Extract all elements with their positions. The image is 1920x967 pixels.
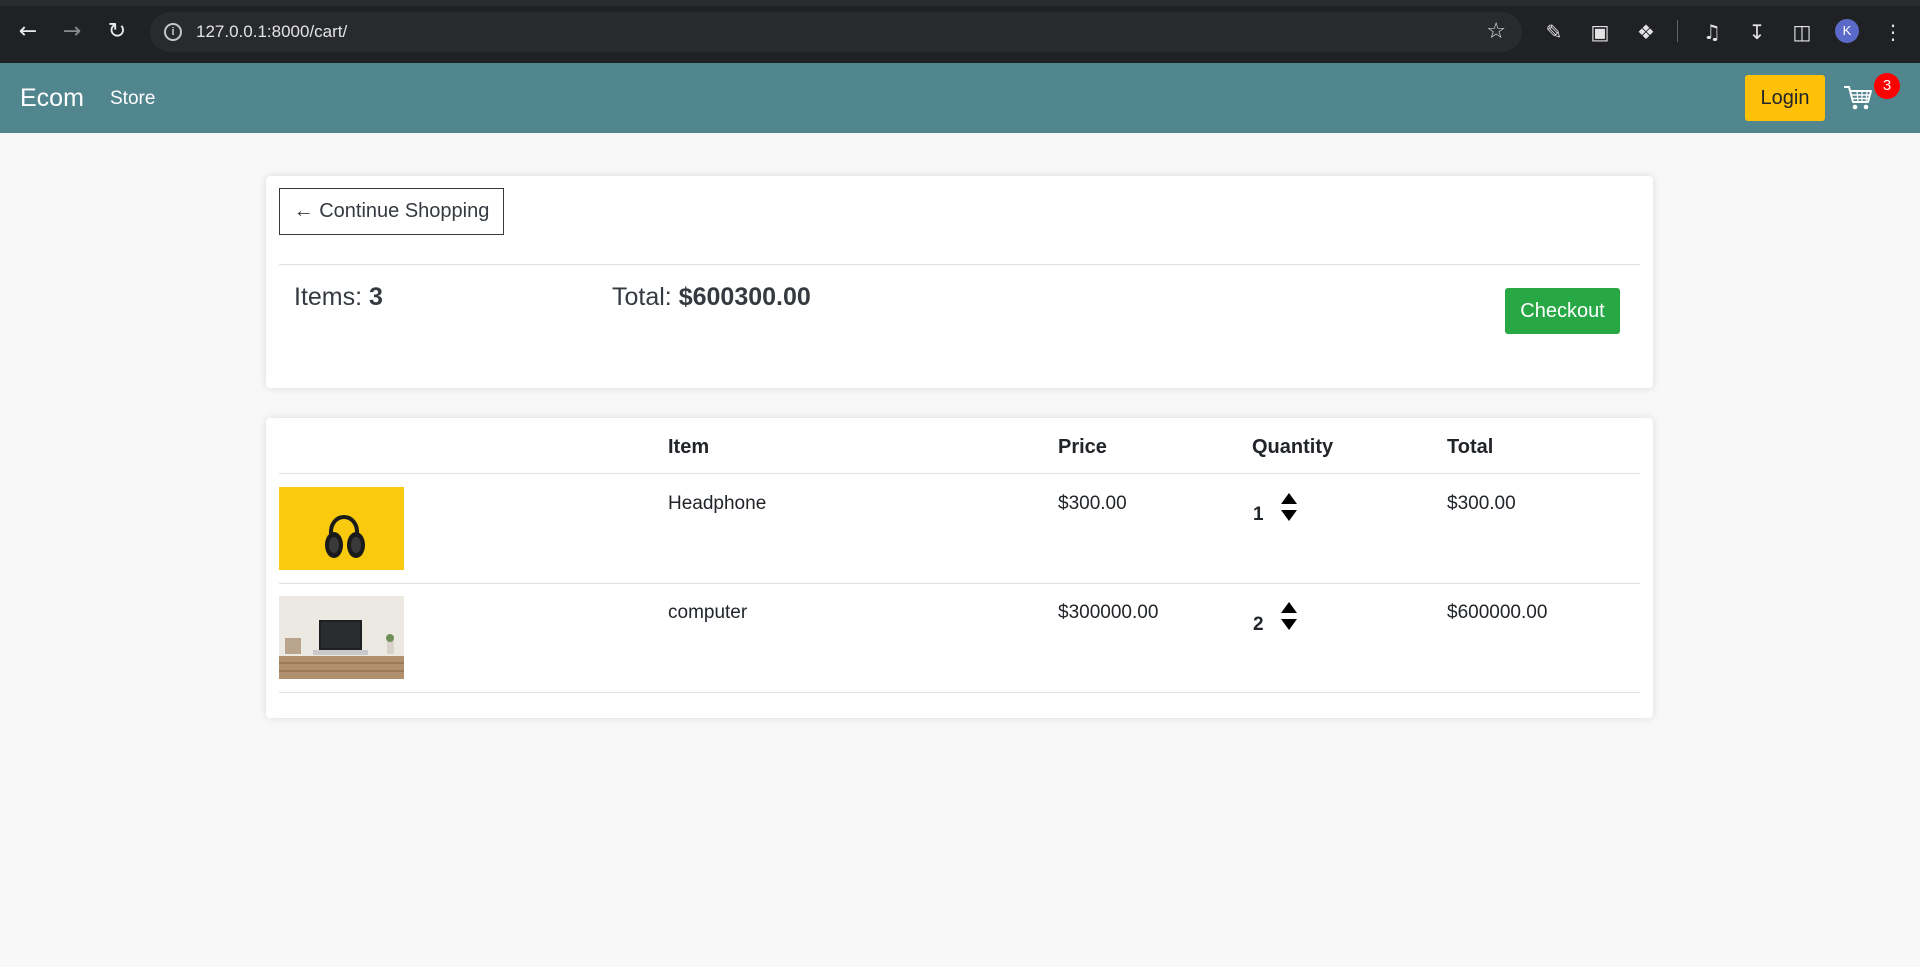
item-quantity: 2: [1253, 614, 1264, 635]
total-value: $600300.00: [678, 283, 811, 311]
eyedropper-icon[interactable]: ✎: [1540, 18, 1568, 46]
item-total: $300.00: [1447, 493, 1516, 514]
cart-items-card: Item Price Quantity Total Headphone $300…: [266, 418, 1653, 718]
item-name: computer: [668, 602, 748, 623]
headphone-image: [279, 487, 404, 570]
cart-icon[interactable]: [1843, 84, 1873, 112]
column-header-quantity: Quantity: [1252, 436, 1334, 458]
download-icon[interactable]: ↧: [1743, 18, 1771, 46]
continue-shopping-button[interactable]: ← Continue Shopping: [279, 188, 504, 235]
checkout-button[interactable]: Checkout: [1505, 288, 1620, 334]
extensions-icon[interactable]: ❖: [1632, 18, 1660, 46]
picture-in-picture-icon[interactable]: ▣: [1586, 18, 1614, 46]
cart-count-badge: 3: [1874, 73, 1900, 99]
more-menu-icon[interactable]: ⋮: [1879, 18, 1907, 46]
toolbar-separator: [1677, 20, 1678, 42]
bookmark-star-icon[interactable]: ☆: [1486, 19, 1506, 44]
items-label: Items:: [294, 283, 370, 311]
decrease-quantity-icon[interactable]: [1281, 510, 1297, 521]
row-divider: [279, 583, 1640, 584]
browser-toolbar: ← → ↻ i 127.0.0.1:8000/cart/ ☆ ✎ ▣ ❖ ♫ ↧…: [0, 0, 1920, 63]
media-controls-icon[interactable]: ♫: [1698, 18, 1726, 46]
site-info-icon[interactable]: i: [164, 23, 182, 41]
app-navbar: Ecom Store Login 3: [0, 63, 1920, 133]
increase-quantity-icon[interactable]: [1281, 493, 1297, 504]
items-value: 3: [369, 283, 383, 311]
summary-divider: [279, 264, 1640, 265]
item-price: $300000.00: [1058, 602, 1159, 623]
url-text[interactable]: 127.0.0.1:8000/cart/: [196, 22, 347, 42]
total-label: Total:: [612, 283, 679, 311]
item-total: $600000.00: [1447, 602, 1548, 623]
item-price: $300.00: [1058, 493, 1127, 514]
store-link[interactable]: Store: [110, 88, 155, 110]
column-header-price: Price: [1058, 436, 1107, 458]
increase-quantity-icon[interactable]: [1281, 602, 1297, 613]
column-header-total: Total: [1447, 436, 1494, 458]
item-quantity: 1: [1253, 504, 1264, 525]
row-divider: [279, 692, 1640, 693]
computer-image: [279, 596, 404, 679]
side-panel-icon[interactable]: ◫: [1788, 18, 1816, 46]
cart-summary-card: ← Continue Shopping Items: 3 Total: $600…: [266, 176, 1653, 388]
address-bar[interactable]: i 127.0.0.1:8000/cart/ ☆: [150, 12, 1522, 52]
decrease-quantity-icon[interactable]: [1281, 619, 1297, 630]
cart-total: Total: $600300.00: [612, 282, 811, 312]
header-divider: [279, 473, 1640, 474]
brand-link[interactable]: Ecom: [20, 84, 84, 112]
items-count: Items: 3: [294, 282, 383, 312]
profile-avatar[interactable]: K: [1835, 19, 1859, 43]
login-button[interactable]: Login: [1745, 75, 1825, 121]
forward-icon[interactable]: →: [58, 18, 86, 46]
reload-icon[interactable]: ↻: [103, 18, 131, 46]
tab-strip: [0, 0, 1920, 6]
back-icon[interactable]: ←: [14, 18, 42, 46]
column-header-item: Item: [668, 436, 710, 458]
item-name: Headphone: [668, 493, 767, 514]
